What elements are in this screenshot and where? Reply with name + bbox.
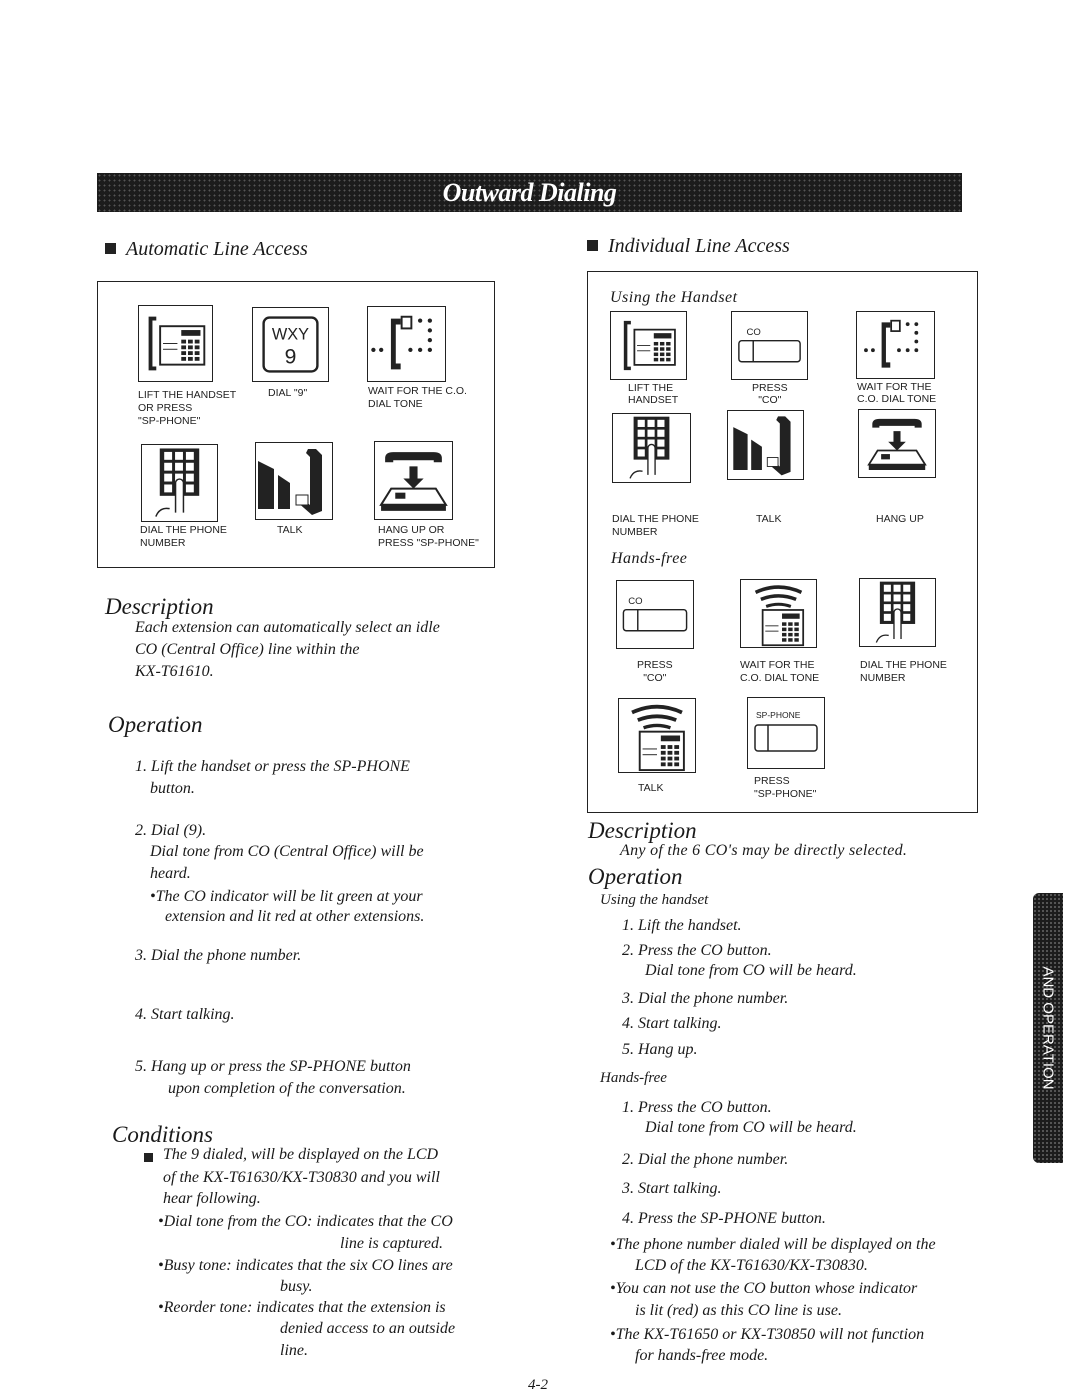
dial-tone-icon <box>856 311 935 379</box>
condition-text: •Reorder tone: indicates that the extens… <box>158 1299 446 1316</box>
bullet-square-icon <box>587 240 598 251</box>
condition-text: busy. <box>280 1278 313 1295</box>
operation-step: 1. Lift the handset or press the SP-PHON… <box>135 758 410 775</box>
keypad-icon <box>612 413 691 483</box>
operation-step: 2. Dial (9). <box>135 822 207 839</box>
step-label: HANG UP <box>876 513 924 525</box>
section-banner: Outward Dialing <box>97 173 962 212</box>
step-label: LIFT THE HANDSET OR PRESS "SP-PHONE" <box>138 389 237 427</box>
talk-icon <box>727 410 804 480</box>
step-label: WAIT FOR THE C.O. DIAL TONE <box>740 659 820 684</box>
handset-subheading: Using the Handset <box>610 289 738 306</box>
svg-text:WXY: WXY <box>272 326 309 344</box>
automatic-line-access-heading: Automatic Line Access <box>105 238 308 261</box>
condition-text: of the KX-T61630/KX-T30830 and you will <box>163 1169 440 1186</box>
operation-step: 3. Dial the phone number. <box>135 947 302 964</box>
operation-heading: Operation <box>588 864 683 889</box>
speakerphone-icon <box>618 698 696 773</box>
operation-heading: Operation <box>108 712 203 737</box>
operation-step: 3. Dial the phone number. <box>622 990 789 1007</box>
operation-step: Dial tone from CO will be heard. <box>645 962 857 979</box>
step-label: WAIT FOR THE C.O. DIAL TONE <box>368 385 467 410</box>
keypad-icon <box>141 444 218 522</box>
operation-note: •You can not use the CO button whose ind… <box>610 1280 918 1297</box>
description-heading: Description <box>588 818 697 843</box>
hang-up-icon <box>858 409 936 478</box>
step-label: PRESS "CO" <box>752 382 788 406</box>
operation-step: 3. Start talking. <box>622 1180 722 1197</box>
individual-line-access-heading: Individual Line Access <box>587 235 790 258</box>
handsfree-subheading: Hands-free <box>600 1070 667 1086</box>
description-heading: Description <box>105 594 214 619</box>
step-label: DIAL THE PHONE NUMBER <box>612 513 699 538</box>
svg-text:CO: CO <box>628 596 642 607</box>
operation-step: upon completion of the conversation. <box>168 1080 406 1097</box>
keypad-icon <box>859 578 936 647</box>
description-text: Each extension can automatically select … <box>135 619 440 636</box>
speakerphone-icon <box>740 579 817 648</box>
step-label: DIAL THE PHONE NUMBER <box>860 659 947 684</box>
operation-note: LCD of the KX-T61630/KX-T30830. <box>635 1257 868 1274</box>
operation-step: heard. <box>150 865 191 882</box>
operation-note: for hands-free mode. <box>635 1347 769 1364</box>
step-label: PRESS "SP-PHONE" <box>754 775 817 800</box>
description-text: Any of the 6 CO's may be directly select… <box>620 842 908 859</box>
co-button-icon: CO <box>616 580 694 649</box>
svg-text:CO: CO <box>747 327 761 338</box>
condition-text: line is captured. <box>340 1235 443 1252</box>
handset-phone-icon <box>610 311 687 380</box>
operation-step: 4. Start talking. <box>622 1015 722 1032</box>
step-label: TALK <box>756 513 782 525</box>
page-title: Outward Dialing <box>442 177 617 207</box>
operation-step: 2. Dial the phone number. <box>622 1151 789 1168</box>
condition-text: hear following. <box>163 1190 261 1207</box>
operation-step: button. <box>150 780 195 797</box>
condition-text: denied access to an outside <box>280 1320 456 1337</box>
operation-step: 1. Lift the handset. <box>622 917 742 934</box>
co-button-icon: CO <box>731 311 808 380</box>
operation-note: is lit (red) as this CO line is use. <box>635 1302 842 1319</box>
operation-step: 4. Start talking. <box>135 1006 235 1023</box>
operation-step: 4. Press the SP-PHONE button. <box>622 1210 826 1227</box>
operation-note: •The phone number dialed will be display… <box>610 1236 936 1253</box>
dial-9-key-icon: WXY 9 <box>252 307 329 382</box>
bullet-square-icon <box>105 243 116 254</box>
step-label: DIAL "9" <box>268 387 308 399</box>
operation-note: extension and lit red at other extension… <box>165 908 425 925</box>
step-label: WAIT FOR THE C.O. DIAL TONE <box>857 381 937 405</box>
condition-text: line. <box>280 1342 308 1359</box>
section-side-tab: AND OPERATION <box>1033 893 1063 1163</box>
step-label: PRESS "CO" <box>637 659 673 684</box>
dial-tone-icon <box>367 306 446 382</box>
description-text: CO (Central Office) line within the <box>135 641 360 658</box>
hang-up-icon <box>374 441 453 520</box>
talk-icon <box>255 442 333 520</box>
condition-text: The 9 dialed, will be displayed on the L… <box>163 1146 439 1163</box>
step-label: HANG UP OR PRESS "SP-PHONE" <box>378 524 479 549</box>
handsfree-subheading: Hands-free <box>611 550 688 567</box>
operation-note: •The KX-T61650 or KX-T30850 will not fun… <box>610 1326 925 1343</box>
step-label: TALK <box>638 782 664 794</box>
operation-step: Dial tone from CO will be heard. <box>645 1119 857 1136</box>
operation-step: 1. Press the CO button. <box>622 1099 772 1116</box>
operation-note: •The CO indicator will be lit green at y… <box>150 888 423 905</box>
conditions-heading: Conditions <box>112 1122 213 1147</box>
operation-step: Dial tone from CO (Central Office) will … <box>150 843 424 860</box>
svg-text:9: 9 <box>285 346 297 369</box>
handset-subheading: Using the handset <box>600 892 709 908</box>
page-number: 4-2 <box>528 1377 548 1393</box>
condition-text: •Busy tone: indicates that the six CO li… <box>158 1257 453 1274</box>
operation-step: 5. Hang up. <box>622 1041 698 1058</box>
operation-step: 5. Hang up or press the SP-PHONE button <box>135 1058 411 1075</box>
svg-text:SP-PHONE: SP-PHONE <box>756 710 801 720</box>
sp-phone-button-icon: SP-PHONE <box>747 697 825 769</box>
operation-step: 2. Press the CO button. <box>622 942 772 959</box>
description-text: KX-T61610. <box>135 663 214 680</box>
bullet-square-icon <box>144 1153 153 1162</box>
step-label: TALK <box>277 524 303 536</box>
step-label: DIAL THE PHONE NUMBER <box>140 524 227 549</box>
condition-text: •Dial tone from the CO: indicates that t… <box>158 1213 453 1230</box>
handset-phone-icon <box>138 305 213 382</box>
step-label: LIFT THE HANDSET <box>628 382 679 406</box>
